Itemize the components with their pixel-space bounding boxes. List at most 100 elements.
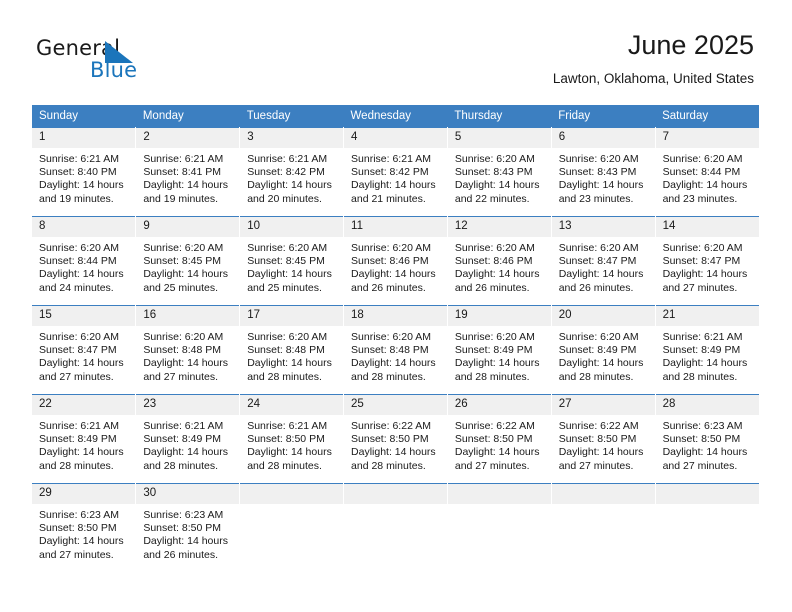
day-cell[interactable]: 10 Sunrise: 6:20 AM Sunset: 8:45 PM Dayl… (239, 216, 345, 306)
day-details: Sunrise: 6:23 AM Sunset: 8:50 PM Dayligh… (32, 504, 135, 562)
day-details: Sunrise: 6:20 AM Sunset: 8:45 PM Dayligh… (136, 237, 239, 295)
day-cell[interactable]: 27 Sunrise: 6:22 AM Sunset: 8:50 PM Dayl… (551, 394, 656, 484)
sunset-text: Sunset: 8:50 PM (247, 433, 325, 446)
daylight-text-line1: Daylight: 14 hours (662, 179, 748, 192)
day-cell-empty (447, 483, 552, 572)
sunset-text: Sunset: 8:44 PM (39, 255, 117, 268)
sunset-text: Sunset: 8:49 PM (558, 344, 637, 357)
day-number: 1 (32, 128, 136, 148)
sunrise-text: Sunrise: 6:20 AM (143, 331, 224, 343)
day-number: 6 (551, 128, 655, 148)
day-number: 17 (240, 306, 344, 326)
day-details: Sunrise: 6:23 AM Sunset: 8:50 PM Dayligh… (136, 504, 239, 562)
sunset-text: Sunset: 8:49 PM (143, 433, 221, 446)
day-details: Sunrise: 6:21 AM Sunset: 8:50 PM Dayligh… (240, 415, 343, 473)
daylight-text-line2: and 25 minutes. (247, 281, 322, 294)
daylight-text-line2: and 28 minutes. (558, 370, 634, 383)
sunrise-text: Sunrise: 6:21 AM (247, 420, 328, 432)
day-cell[interactable]: 28 Sunrise: 6:23 AM Sunset: 8:50 PM Dayl… (655, 394, 759, 484)
daylight-text-line2: and 27 minutes. (662, 281, 738, 294)
day-number: 13 (551, 217, 655, 237)
day-cell[interactable]: 17 Sunrise: 6:20 AM Sunset: 8:48 PM Dayl… (239, 305, 345, 395)
day-details: Sunrise: 6:23 AM Sunset: 8:50 PM Dayligh… (656, 415, 759, 473)
day-details: Sunrise: 6:21 AM Sunset: 8:49 PM Dayligh… (136, 415, 239, 473)
day-number: 15 (32, 306, 136, 326)
sunset-text: Sunset: 8:43 PM (558, 166, 637, 179)
day-cell[interactable]: 11 Sunrise: 6:20 AM Sunset: 8:46 PM Dayl… (343, 216, 448, 306)
day-number: 11 (344, 217, 447, 237)
daylight-text-line1: Daylight: 14 hours (143, 357, 228, 370)
daylight-text-line2: and 27 minutes. (39, 370, 114, 383)
day-number: 9 (136, 217, 240, 237)
sunset-text: Sunset: 8:47 PM (39, 344, 117, 357)
week-row: 15 Sunrise: 6:20 AM Sunset: 8:47 PM Dayl… (32, 305, 759, 395)
day-cell[interactable]: 3 Sunrise: 6:21 AM Sunset: 8:42 PM Dayli… (239, 127, 345, 217)
daylight-text-line2: and 23 minutes. (662, 192, 738, 205)
daylight-text-line1: Daylight: 14 hours (454, 268, 540, 281)
day-details: Sunrise: 6:20 AM Sunset: 8:49 PM Dayligh… (448, 326, 551, 384)
day-number: 19 (447, 306, 551, 326)
daylight-text-line2: and 24 minutes. (39, 281, 114, 294)
daylight-text-line1: Daylight: 14 hours (662, 268, 748, 281)
daylight-text-line2: and 21 minutes. (351, 192, 426, 205)
daylight-text-line2: and 26 minutes. (558, 281, 634, 294)
sunrise-text: Sunrise: 6:20 AM (143, 242, 224, 254)
day-cell[interactable]: 14 Sunrise: 6:20 AM Sunset: 8:47 PM Dayl… (655, 216, 759, 306)
day-number: 27 (551, 395, 655, 415)
day-cell[interactable]: 7 Sunrise: 6:20 AM Sunset: 8:44 PM Dayli… (655, 127, 759, 217)
sunrise-text: Sunrise: 6:20 AM (247, 331, 328, 343)
day-cell[interactable]: 12 Sunrise: 6:20 AM Sunset: 8:46 PM Dayl… (447, 216, 552, 306)
sunset-text: Sunset: 8:50 PM (143, 522, 221, 535)
day-cell[interactable]: 26 Sunrise: 6:22 AM Sunset: 8:50 PM Dayl… (447, 394, 552, 484)
day-number: 18 (344, 306, 447, 326)
day-cell[interactable]: 15 Sunrise: 6:20 AM Sunset: 8:47 PM Dayl… (32, 305, 137, 395)
sunrise-text: Sunrise: 6:20 AM (351, 242, 431, 254)
daylight-text-line1: Daylight: 14 hours (351, 268, 436, 281)
sunset-text: Sunset: 8:41 PM (143, 166, 221, 179)
day-number (655, 484, 759, 504)
week-row: 8 Sunrise: 6:20 AM Sunset: 8:44 PM Dayli… (32, 216, 759, 306)
daylight-text-line2: and 19 minutes. (39, 192, 114, 205)
sunrise-text: Sunrise: 6:20 AM (454, 242, 535, 254)
day-details: Sunrise: 6:20 AM Sunset: 8:47 PM Dayligh… (32, 326, 135, 384)
day-cell[interactable]: 18 Sunrise: 6:20 AM Sunset: 8:48 PM Dayl… (343, 305, 448, 395)
day-number: 3 (240, 128, 344, 148)
day-cell[interactable]: 25 Sunrise: 6:22 AM Sunset: 8:50 PM Dayl… (343, 394, 448, 484)
day-cell[interactable]: 8 Sunrise: 6:20 AM Sunset: 8:44 PM Dayli… (32, 216, 137, 306)
day-cell[interactable]: 1 Sunrise: 6:21 AM Sunset: 8:40 PM Dayli… (32, 127, 137, 217)
page-subtitle: Lawton, Oklahoma, United States (552, 71, 754, 86)
daylight-text-line1: Daylight: 14 hours (454, 446, 540, 459)
day-cell[interactable]: 5 Sunrise: 6:20 AM Sunset: 8:43 PM Dayli… (447, 127, 552, 217)
day-cell[interactable]: 13 Sunrise: 6:20 AM Sunset: 8:47 PM Dayl… (551, 216, 656, 306)
day-cell[interactable]: 9 Sunrise: 6:20 AM Sunset: 8:45 PM Dayli… (135, 216, 241, 306)
sunrise-text: Sunrise: 6:23 AM (143, 509, 224, 521)
day-cell[interactable]: 19 Sunrise: 6:20 AM Sunset: 8:49 PM Dayl… (447, 305, 552, 395)
daylight-text-line1: Daylight: 14 hours (143, 179, 228, 192)
day-cell[interactable]: 23 Sunrise: 6:21 AM Sunset: 8:49 PM Dayl… (135, 394, 241, 484)
day-number: 25 (344, 395, 447, 415)
day-cell[interactable]: 24 Sunrise: 6:21 AM Sunset: 8:50 PM Dayl… (239, 394, 345, 484)
day-cell[interactable]: 4 Sunrise: 6:21 AM Sunset: 8:42 PM Dayli… (343, 127, 448, 217)
sunset-text: Sunset: 8:48 PM (247, 344, 325, 357)
daylight-text-line1: Daylight: 14 hours (351, 357, 436, 370)
daylight-text-line1: Daylight: 14 hours (39, 357, 124, 370)
day-cell[interactable]: 30 Sunrise: 6:23 AM Sunset: 8:50 PM Dayl… (135, 483, 241, 572)
day-cell[interactable]: 22 Sunrise: 6:21 AM Sunset: 8:49 PM Dayl… (32, 394, 137, 484)
day-number (447, 484, 551, 504)
daylight-text-line1: Daylight: 14 hours (247, 357, 332, 370)
sunset-text: Sunset: 8:46 PM (454, 255, 533, 268)
day-cell[interactable]: 29 Sunrise: 6:23 AM Sunset: 8:50 PM Dayl… (32, 483, 137, 572)
daylight-text-line1: Daylight: 14 hours (39, 268, 124, 281)
day-cell[interactable]: 21 Sunrise: 6:21 AM Sunset: 8:49 PM Dayl… (655, 305, 759, 395)
day-details: Sunrise: 6:21 AM Sunset: 8:40 PM Dayligh… (32, 148, 135, 206)
day-details: Sunrise: 6:20 AM Sunset: 8:43 PM Dayligh… (448, 148, 551, 206)
day-cell[interactable]: 20 Sunrise: 6:20 AM Sunset: 8:49 PM Dayl… (551, 305, 656, 395)
day-cell[interactable]: 2 Sunrise: 6:21 AM Sunset: 8:41 PM Dayli… (135, 127, 241, 217)
day-cell[interactable]: 6 Sunrise: 6:20 AM Sunset: 8:43 PM Dayli… (551, 127, 656, 217)
day-cell[interactable]: 16 Sunrise: 6:20 AM Sunset: 8:48 PM Dayl… (135, 305, 241, 395)
sunset-text: Sunset: 8:48 PM (351, 344, 429, 357)
page-header: General Blue June 2025 Lawton, Oklahoma,… (0, 0, 792, 100)
day-details: Sunrise: 6:20 AM Sunset: 8:44 PM Dayligh… (656, 148, 759, 206)
generalblue-logo[interactable]: General Blue (36, 36, 166, 82)
daylight-text-line1: Daylight: 14 hours (143, 446, 228, 459)
